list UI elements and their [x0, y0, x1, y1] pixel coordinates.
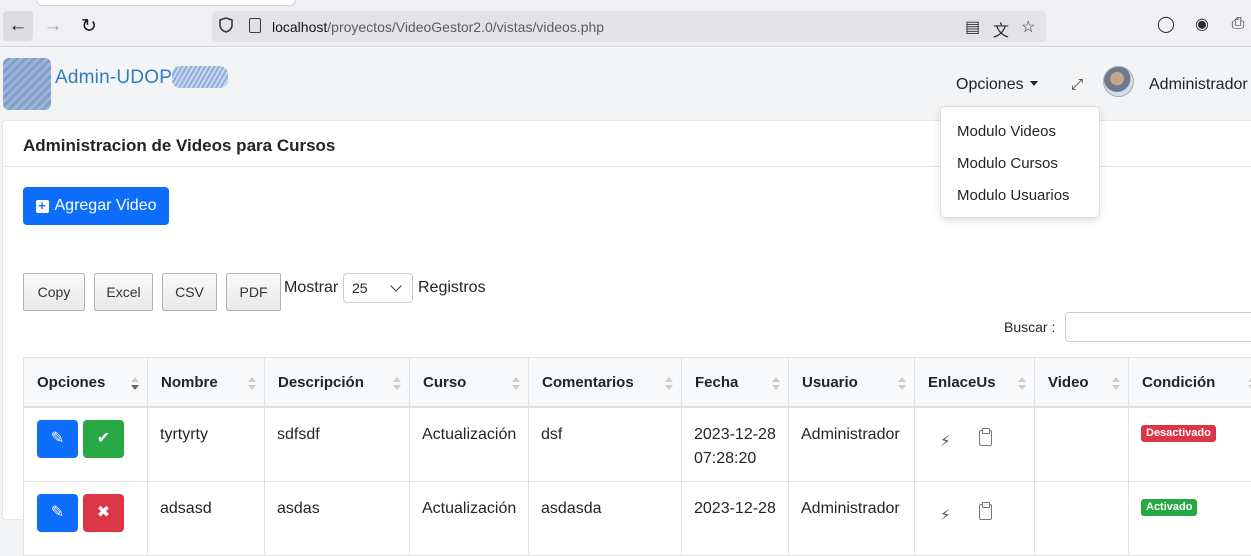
reload-icon[interactable]: ↻ — [74, 11, 104, 41]
cell-comentarios: asdasda — [529, 482, 682, 555]
page-title: Administracion de Videos para Cursos — [23, 136, 336, 155]
user-name[interactable]: Administrador — [1149, 76, 1248, 94]
status-badge: Desactivado — [1141, 425, 1216, 442]
cell-comentarios: dsf — [529, 408, 682, 481]
avatar[interactable] — [1103, 66, 1134, 97]
cell-video — [1035, 482, 1129, 555]
cell-usuario: Administrador — [789, 408, 915, 481]
records-label: Registros — [418, 279, 486, 296]
cell-video — [1035, 408, 1129, 481]
back-icon[interactable]: ← — [3, 11, 33, 41]
edit-button[interactable]: ✎ — [37, 420, 78, 458]
check-icon: ✔ — [96, 430, 111, 447]
plus-square-icon: + — [35, 199, 49, 213]
translate-icon[interactable]: 文 — [993, 17, 1009, 41]
cell-fecha: 2023-12-28 07:28:20 — [682, 408, 789, 481]
status-badge: Activado — [1141, 499, 1198, 516]
opciones-dropdown-toggle[interactable]: Opciones — [956, 76, 1038, 94]
chevron-down-icon — [390, 280, 402, 292]
bolt-icon[interactable]: ⚡︎ — [940, 504, 951, 528]
browser-toolbar: ← → ↻ localhost/proyectos/VideoGestor2.0… — [0, 0, 1251, 47]
column-header-nombre[interactable]: Nombre — [148, 358, 265, 409]
column-header-opciones[interactable]: Opciones — [24, 358, 148, 409]
fecha-date: 2023-12-28 — [694, 426, 776, 443]
cell-condicion: Activado — [1129, 482, 1251, 555]
cell-enlaceus: ⚡︎ — [915, 482, 1035, 555]
brand-name[interactable]: Admin-UDOP — [55, 67, 172, 89]
column-header-fecha[interactable]: Fecha — [682, 358, 789, 409]
clipboard-icon[interactable] — [979, 428, 992, 446]
column-header-condicion[interactable]: Condición — [1129, 358, 1251, 409]
column-header-usuario[interactable]: Usuario — [789, 358, 915, 409]
sort-icon — [131, 377, 139, 391]
column-header-comentarios[interactable]: Comentarios — [529, 358, 682, 409]
caret-down-icon — [1029, 81, 1038, 86]
pencil-icon: ✎ — [50, 504, 65, 521]
cell-curso: Actualización — [410, 482, 529, 555]
column-header-curso[interactable]: Curso — [410, 358, 529, 409]
page-size-select[interactable]: 25 — [343, 273, 413, 303]
menu-item-modulo-videos[interactable]: Modulo Videos — [957, 123, 1056, 140]
table-header: Opciones Nombre Descripción Curso Coment… — [23, 357, 1251, 409]
excel-button[interactable]: Excel — [94, 273, 153, 311]
pocket-icon[interactable]: ◯ — [1156, 14, 1176, 34]
sort-icon — [248, 377, 256, 391]
show-label: Mostrar — [284, 279, 339, 296]
cell-curso: Actualización — [410, 408, 529, 481]
browser-tab[interactable] — [36, 0, 296, 6]
sort-icon — [1018, 377, 1026, 391]
cell-opciones: ✎ ✔ — [24, 408, 148, 481]
cell-nombre: tyrtyrty — [148, 408, 265, 481]
bookmark-star-icon[interactable]: ☆ — [1021, 17, 1035, 37]
forward-icon[interactable]: → — [38, 11, 68, 41]
edit-button[interactable]: ✎ — [37, 494, 78, 532]
menu-item-modulo-usuarios[interactable]: Modulo Usuarios — [957, 187, 1070, 204]
column-header-enlaceus[interactable]: EnlaceUs — [915, 358, 1035, 409]
sort-icon — [898, 377, 906, 391]
close-icon: ✖ — [96, 504, 111, 521]
clipboard-icon[interactable] — [979, 502, 992, 520]
bolt-icon[interactable]: ⚡︎ — [940, 430, 951, 454]
cell-fecha: 2023-12-28 — [682, 482, 789, 555]
copy-button[interactable]: Copy — [23, 273, 85, 311]
opciones-dropdown-menu: Modulo Videos Modulo Cursos Modulo Usuar… — [940, 106, 1100, 218]
csv-button[interactable]: CSV — [162, 273, 217, 311]
url-text[interactable]: localhost/proyectos/VideoGestor2.0/vista… — [272, 19, 604, 35]
page-icon — [249, 18, 261, 33]
fecha-date: 2023-12-28 — [694, 500, 776, 517]
cell-opciones: ✎ ✖ — [24, 482, 148, 555]
pencil-icon: ✎ — [50, 430, 65, 447]
activate-button[interactable]: ✔ — [83, 420, 124, 458]
table-row: ✎ ✔ tyrtyrty sdfsdf Actualización dsf 20… — [23, 408, 1251, 482]
extensions-icon[interactable]: ⎙ — [1228, 14, 1248, 34]
sort-icon — [1112, 377, 1120, 391]
cell-descripcion: asdas — [265, 482, 410, 555]
add-video-button[interactable]: + Agregar Video — [23, 187, 169, 225]
cell-nombre: adsasd — [148, 482, 265, 555]
menu-item-modulo-cursos[interactable]: Modulo Cursos — [957, 155, 1058, 172]
cell-descripcion: sdfsdf — [265, 408, 410, 481]
sort-icon — [772, 377, 780, 391]
sort-icon — [512, 377, 520, 391]
deactivate-button[interactable]: ✖ — [83, 494, 124, 532]
column-header-video[interactable]: Video — [1035, 358, 1129, 409]
cell-usuario: Administrador — [789, 482, 915, 555]
column-header-descripcion[interactable]: Descripción — [265, 358, 410, 409]
pdf-button[interactable]: PDF — [226, 273, 281, 311]
fullscreen-icon[interactable]: ⤢ — [1071, 77, 1086, 92]
search-label: Buscar : — [1004, 319, 1056, 335]
reader-view-icon[interactable]: ▤ — [965, 17, 980, 37]
cell-enlaceus: ⚡︎ — [915, 408, 1035, 481]
sort-icon — [393, 377, 401, 391]
account-icon[interactable]: ◉ — [1192, 14, 1212, 34]
sort-icon — [665, 377, 673, 391]
logo-image — [3, 58, 51, 110]
brand-logo-decoration — [172, 66, 228, 88]
fecha-time: 07:28:20 — [694, 450, 757, 467]
table-row: ✎ ✖ adsasd asdas Actualización asdasda 2… — [23, 482, 1251, 556]
address-bar[interactable]: localhost/proyectos/VideoGestor2.0/vista… — [212, 11, 1046, 42]
search-input[interactable] — [1065, 312, 1251, 342]
cell-condicion: Desactivado — [1129, 408, 1251, 481]
shield-icon[interactable] — [219, 17, 233, 33]
